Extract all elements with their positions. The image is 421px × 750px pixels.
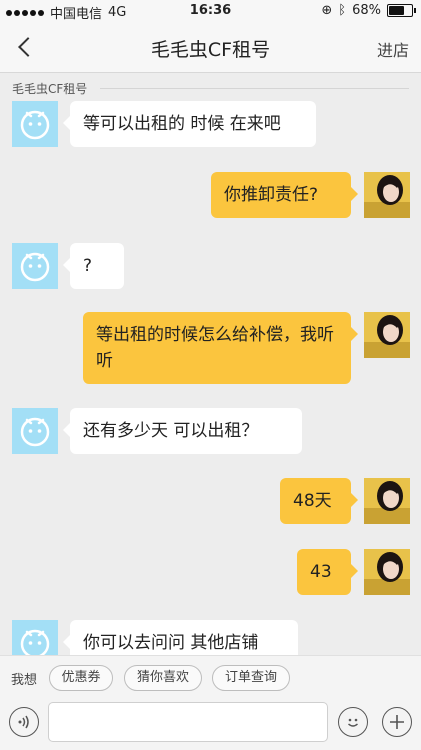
rotation-lock-icon: ⊕ <box>321 3 333 18</box>
status-right: ⊕ ᛒ 68% <box>321 3 416 18</box>
message-incoming[interactable]: 还有多少天 可以出租？ <box>63 408 302 454</box>
nav-bar: 毛毛虫CF租号 进店 <box>0 22 421 73</box>
user-photo <box>364 549 410 595</box>
quick-reply-bar: 我想 优惠券 猜你喜欢 订单查询 <box>0 655 421 699</box>
divider <box>100 88 409 89</box>
message-outgoing[interactable]: 43 <box>297 549 358 595</box>
chip-order-query[interactable]: 订单查询 <box>212 665 290 691</box>
message-outgoing[interactable]: 等出租的时候怎么给补偿，我听听 <box>83 312 358 384</box>
page-title: 毛毛虫CF租号 <box>150 39 271 61</box>
shop-face-icon <box>20 110 50 140</box>
emoji-button[interactable] <box>338 707 368 737</box>
user-photo <box>364 172 410 218</box>
user-avatar[interactable] <box>364 478 410 524</box>
battery-icon <box>387 4 416 17</box>
quick-reply-lead: 我想 <box>11 673 38 688</box>
message-outgoing[interactable]: 你推卸责任? <box>211 172 358 218</box>
user-photo <box>364 312 410 358</box>
plus-icon <box>390 715 404 729</box>
more-button[interactable] <box>382 707 412 737</box>
message-incoming[interactable]: ? <box>63 243 124 289</box>
smiley-icon <box>348 718 358 727</box>
message-outgoing[interactable]: 48天 <box>280 478 358 524</box>
voice-button[interactable] <box>9 707 39 737</box>
shop-name-label: 毛毛虫CF租号 <box>12 82 88 96</box>
enter-store-button[interactable]: 进店 <box>377 37 409 61</box>
user-avatar[interactable] <box>364 172 410 218</box>
voice-icon <box>18 715 29 729</box>
user-avatar[interactable] <box>364 312 410 358</box>
status-bar: 中国电信 4G 16:36 ⊕ ᛒ 68% <box>0 0 421 22</box>
user-avatar[interactable] <box>364 549 410 595</box>
user-photo <box>364 478 410 524</box>
input-bar <box>0 698 421 750</box>
message-incoming[interactable]: 等可以出租的 时候 在来吧 <box>63 101 316 147</box>
shop-avatar[interactable] <box>12 408 58 454</box>
chip-coupon[interactable]: 优惠券 <box>49 665 113 691</box>
bluetooth-icon: ᛒ <box>338 3 347 18</box>
battery-fill <box>389 6 404 15</box>
shop-avatar[interactable] <box>12 101 58 147</box>
shop-face-icon <box>20 252 50 282</box>
message-input[interactable] <box>48 702 328 742</box>
shop-face-icon <box>20 417 50 447</box>
chip-recommendations[interactable]: 猜你喜欢 <box>124 665 202 691</box>
shop-avatar[interactable] <box>12 243 58 289</box>
battery-percent: 68% <box>352 3 381 18</box>
